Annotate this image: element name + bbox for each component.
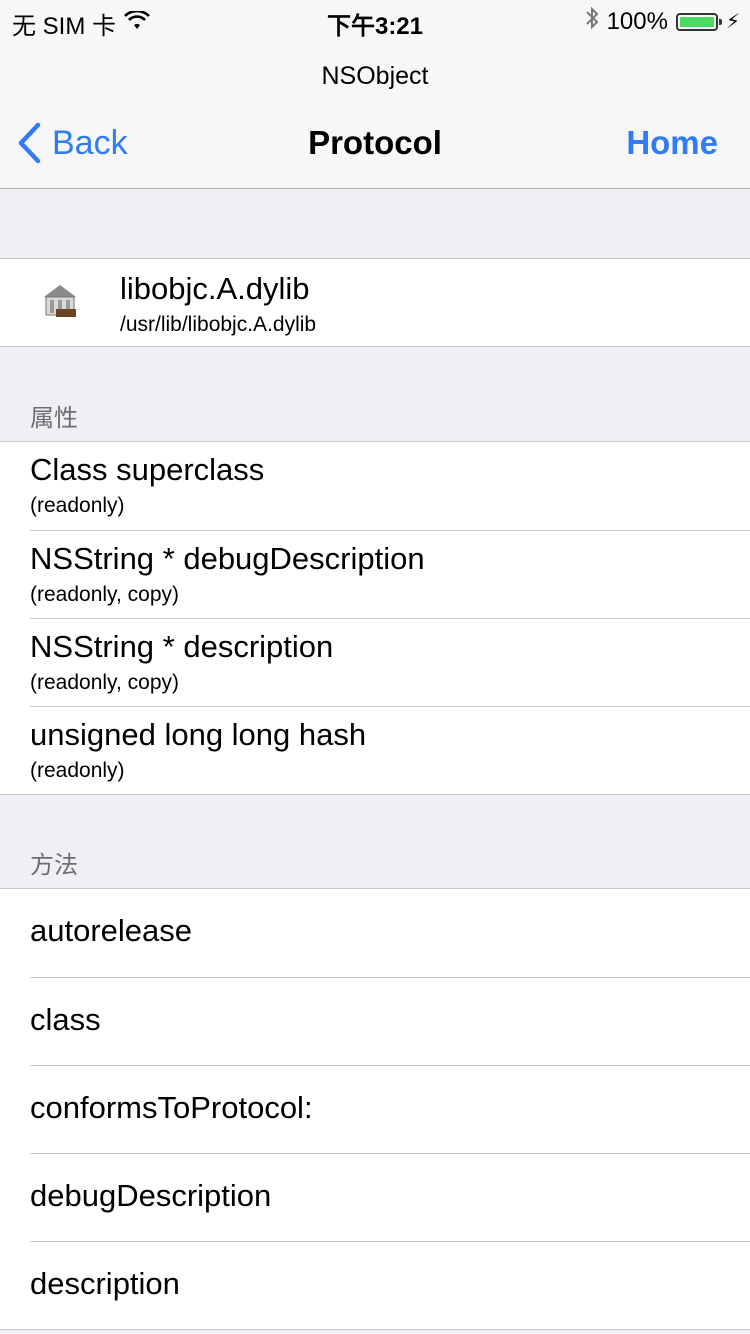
property-name: NSString * debugDescription (30, 541, 425, 576)
bluetooth-icon (585, 6, 599, 37)
charging-bolt-icon: ⚡ (725, 11, 740, 33)
method-row[interactable]: conformsToProtocol: (30, 1065, 750, 1153)
properties-section-header: 属性 (30, 405, 78, 432)
method-row[interactable]: description (30, 1241, 750, 1329)
navigation-bar: NSObject Back Protocol Home (0, 40, 750, 189)
property-row[interactable]: NSString * debugDescription (readonly, co… (30, 530, 750, 618)
property-row[interactable]: Class superclass (readonly) (0, 442, 750, 530)
method-row[interactable]: class (30, 977, 750, 1065)
property-attributes: (readonly, copy) (30, 671, 180, 694)
library-path: /usr/lib/libobjc.A.dylib (120, 313, 317, 336)
battery-percent: 100% (606, 7, 668, 35)
property-row[interactable]: unsigned long long hash (readonly) (30, 706, 750, 794)
method-name: description (30, 1266, 180, 1301)
library-icon (30, 271, 90, 331)
method-row[interactable]: debugDescription (30, 1153, 750, 1241)
method-name: conformsToProtocol: (30, 1090, 313, 1125)
method-name: debugDescription (30, 1178, 272, 1213)
property-name: unsigned long long hash (30, 717, 367, 752)
methods-section-header: 方法 (30, 852, 78, 879)
property-attributes: (readonly) (30, 494, 125, 517)
home-button[interactable]: Home (626, 124, 718, 162)
properties-list: Class superclass (readonly) NSString * deb… (0, 441, 750, 795)
method-name: autorelease (30, 913, 193, 948)
method-name: class (30, 1002, 101, 1037)
property-name: Class superclass (30, 452, 265, 487)
property-attributes: (readonly, copy) (30, 583, 180, 606)
property-attributes: (readonly) (30, 759, 125, 782)
library-cell[interactable]: libobjc.A.dylib /usr/lib/libobjc.A.dylib (0, 258, 750, 347)
methods-list: autorelease class conformsToProtocol: debug… (0, 888, 750, 1330)
nav-prompt: NSObject (321, 62, 429, 90)
battery-icon (675, 12, 722, 31)
status-right: 100% ⚡ (585, 6, 740, 37)
method-row[interactable]: autorelease (0, 889, 750, 977)
status-bar: 无 SIM 卡 下午3:21 100% ⚡ (0, 0, 750, 40)
property-name: NSString * description (30, 629, 334, 664)
library-name: libobjc.A.dylib (120, 271, 310, 306)
property-row[interactable]: NSString * description (readonly, copy) (30, 618, 750, 706)
